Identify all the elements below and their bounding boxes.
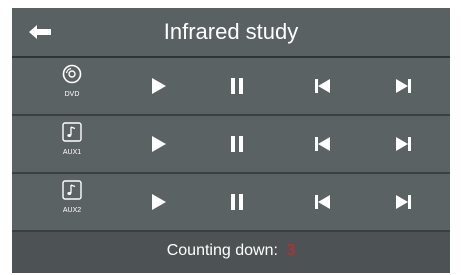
previous-icon [315,195,330,209]
aux2-previous-button[interactable] [308,190,338,214]
device-row-aux2: AUX2 [12,174,450,232]
aux2-play-button[interactable] [144,190,174,214]
music-note-icon [62,122,82,142]
aux2-pause-button[interactable] [222,190,252,214]
pause-icon [231,194,243,210]
device-aux2: AUX2 [52,180,92,224]
music-note-icon [62,180,82,200]
device-row-aux1: AUX1 [12,116,450,174]
device-label-aux2: AUX2 [62,207,82,214]
device-label-dvd: DVD [64,91,80,98]
next-icon [396,137,411,151]
pause-icon [231,78,243,94]
dvd-play-button[interactable] [144,74,174,98]
countdown-value: 3 [286,242,296,259]
dvd-pause-button[interactable] [222,74,252,98]
back-button[interactable] [24,20,56,44]
disc-icon [62,64,82,84]
device-row-dvd: DVD [12,58,450,116]
play-icon [152,78,166,94]
previous-icon [315,137,330,151]
pause-icon [231,136,243,152]
dvd-next-button[interactable] [388,74,418,98]
device-dvd: DVD [52,64,92,108]
next-icon [396,195,411,209]
play-icon [152,194,166,210]
dvd-previous-button[interactable] [308,74,338,98]
countdown-status: Counting down: 3 [12,242,450,260]
header-bar: Infrared study [12,8,450,58]
device-aux1: AUX1 [52,122,92,166]
aux1-next-button[interactable] [388,132,418,156]
infrared-study-screen: Infrared study DVD AUX1 AUX2 Counting do… [12,8,450,273]
play-icon [152,136,166,152]
countdown-label: Counting down: [166,242,278,259]
aux1-previous-button[interactable] [308,132,338,156]
aux1-play-button[interactable] [144,132,174,156]
next-icon [396,79,411,93]
arrow-left-icon [29,25,51,39]
aux1-pause-button[interactable] [222,132,252,156]
footer-bar: Counting down: 3 [12,232,450,273]
page-title: Infrared study [163,19,299,44]
previous-icon [315,79,330,93]
device-label-aux1: AUX1 [62,149,82,156]
aux2-next-button[interactable] [388,190,418,214]
